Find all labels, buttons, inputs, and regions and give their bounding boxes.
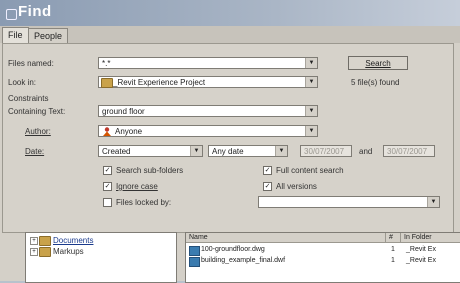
date-range-select[interactable]: Any date ▼ <box>208 145 288 157</box>
and-label: and <box>359 147 373 156</box>
file-name: 100-groundfloor.dwg <box>201 246 265 253</box>
files-locked-by-label: Files locked by: <box>116 198 172 207</box>
title-bar[interactable]: Find <box>0 0 460 26</box>
search-panel: Files named: *.* ▼ Search Look in: _Revi… <box>2 43 454 233</box>
date-to-field[interactable]: 30/07/2007 <box>383 145 435 157</box>
containing-text-input[interactable]: ground floor ▼ <box>98 105 318 117</box>
search-button[interactable]: Search <box>348 56 408 70</box>
chevron-down-icon[interactable]: ▼ <box>305 126 317 136</box>
file-name: building_example_final.dwf <box>201 257 286 264</box>
tab-file[interactable]: File <box>2 27 29 44</box>
search-subfolders-checkbox[interactable]: ✓ <box>103 166 112 175</box>
table-row[interactable]: building_example_final.dwf 1 _Revit Ex <box>186 256 460 267</box>
author-select[interactable]: Anyone ▼ <box>98 125 318 137</box>
file-flag: 1 <box>391 246 395 253</box>
folder-tree: + Documents + Markups <box>25 232 177 283</box>
ignore-case-label: Ignore case <box>116 182 158 191</box>
folder-icon <box>101 78 113 88</box>
date-type-value: Created <box>102 147 131 156</box>
look-in-select[interactable]: _Revit Experience Project ▼ <box>98 76 318 88</box>
chevron-down-icon[interactable]: ▼ <box>305 77 317 87</box>
tab-people[interactable]: People <box>28 28 69 43</box>
find-dialog: Find File People Files named: *.* ▼ Sear… <box>0 0 460 283</box>
table-row[interactable]: 100-groundfloor.dwg 1 _Revit Ex <box>186 245 460 256</box>
column-in-folder[interactable]: In Folder <box>401 233 460 243</box>
folder-icon <box>39 236 51 246</box>
all-versions-checkbox[interactable]: ✓ <box>263 182 272 191</box>
user-icon <box>103 127 111 136</box>
date-range-value: Any date <box>212 147 244 156</box>
window-title: Find <box>18 3 52 20</box>
expand-icon[interactable]: + <box>30 237 38 245</box>
results-list: Name # In Folder 100-groundfloor.dwg 1 _… <box>185 232 460 283</box>
search-subfolders-label: Search sub-folders <box>116 166 184 175</box>
chevron-down-icon[interactable]: ▼ <box>305 58 317 68</box>
tab-bar: File People <box>0 26 460 44</box>
author-label: Author: <box>25 127 51 136</box>
full-content-search-label: Full content search <box>276 166 344 175</box>
chevron-down-icon[interactable]: ▼ <box>305 106 317 116</box>
column-flag[interactable]: # <box>386 233 401 243</box>
files-named-input[interactable]: *.* ▼ <box>98 57 318 69</box>
file-folder: _Revit Ex <box>406 257 436 264</box>
column-name[interactable]: Name <box>186 233 386 243</box>
date-to-value: 30/07/2007 <box>387 147 428 156</box>
tree-item-markups[interactable]: Markups <box>53 247 84 256</box>
chevron-down-icon[interactable]: ▼ <box>427 197 439 207</box>
containing-text-value: ground floor <box>102 107 145 116</box>
status-text: 5 file(s) found <box>351 78 400 87</box>
files-named-label: Files named: <box>8 59 54 68</box>
window-icon <box>6 9 17 20</box>
tree-item-documents[interactable]: Documents <box>53 236 93 245</box>
date-label: Date: <box>25 147 45 156</box>
folder-icon <box>39 247 51 257</box>
date-type-select[interactable]: Created ▼ <box>98 145 203 157</box>
look-in-label: Look in: <box>8 78 37 87</box>
files-locked-by-checkbox[interactable] <box>103 198 112 207</box>
look-in-value: _Revit Experience Project <box>113 78 206 87</box>
chevron-down-icon[interactable]: ▼ <box>190 146 202 156</box>
ignore-case-checkbox[interactable]: ✓ <box>103 182 112 191</box>
dwf-file-icon <box>189 257 200 267</box>
full-content-search-checkbox[interactable]: ✓ <box>263 166 272 175</box>
author-value: Anyone <box>115 127 143 136</box>
dwg-file-icon <box>189 246 200 256</box>
file-flag: 1 <box>391 257 395 264</box>
all-versions-label: All versions <box>276 182 317 191</box>
date-from-value: 30/07/2007 <box>304 147 345 156</box>
chevron-down-icon[interactable]: ▼ <box>275 146 287 156</box>
locked-by-select[interactable]: ▼ <box>258 196 440 208</box>
containing-text-label: Containing Text: <box>8 107 66 116</box>
expand-icon[interactable]: + <box>30 248 38 256</box>
file-folder: _Revit Ex <box>406 246 436 253</box>
constraints-heading: Constraints <box>8 94 49 103</box>
files-named-value: *.* <box>102 59 111 68</box>
date-from-field[interactable]: 30/07/2007 <box>300 145 352 157</box>
